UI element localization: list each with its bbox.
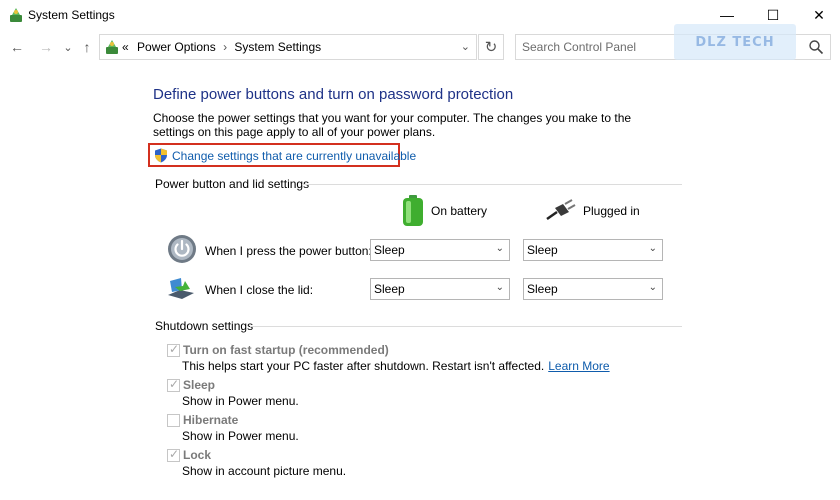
chevron-down-icon: ⌄ xyxy=(648,282,657,293)
hibernate-checkbox[interactable] xyxy=(167,414,180,427)
control-panel-icon xyxy=(106,40,118,54)
lid-label: When I close the lid: xyxy=(205,283,314,297)
breadcrumb-item-system-settings[interactable]: System Settings xyxy=(234,40,321,54)
lock-checkbox[interactable]: ✓ xyxy=(167,447,180,462)
column-label: On battery xyxy=(431,204,488,218)
breadcrumb-item-power-options[interactable]: Power Options xyxy=(132,40,216,54)
search-icon[interactable] xyxy=(808,39,824,55)
select-value: Sleep xyxy=(374,243,405,257)
power-button-label: When I press the power button: xyxy=(205,244,372,258)
forward-button[interactable]: → xyxy=(36,36,56,58)
hibernate-label: Hibernate xyxy=(183,413,239,427)
search-placeholder: Search Control Panel xyxy=(522,40,637,54)
watermark-text: DLZ TECH xyxy=(695,34,775,50)
fast-startup-checkbox[interactable]: ✓ xyxy=(167,342,180,357)
lock-label: Lock xyxy=(183,448,212,462)
chevron-down-icon[interactable]: ⌄ xyxy=(461,40,470,53)
lid-on-battery-select[interactable]: Sleep ⌄ xyxy=(370,278,510,300)
section-divider xyxy=(250,326,682,327)
fast-startup-label: Turn on fast startup (recommended) xyxy=(183,343,389,357)
select-value: Sleep xyxy=(527,282,558,296)
recent-locations-button[interactable]: ⌄ xyxy=(58,36,78,58)
section-title-shutdown: Shutdown settings xyxy=(155,319,254,333)
page-description: Choose the power settings that you want … xyxy=(153,111,632,139)
sleep-label: Sleep xyxy=(183,378,216,392)
sleep-description: Show in Power menu. xyxy=(182,394,299,408)
breadcrumb: « Power Options › System Settings xyxy=(122,40,321,54)
column-label: Plugged in xyxy=(583,204,640,218)
chevron-down-icon: ⌄ xyxy=(495,243,504,254)
power-button-plugged-in-select[interactable]: Sleep ⌄ xyxy=(523,239,663,261)
checkmark-icon: ✓ xyxy=(169,447,180,461)
breadcrumb-separator[interactable]: › xyxy=(219,40,231,54)
sleep-checkbox[interactable]: ✓ xyxy=(167,377,180,392)
select-value: Sleep xyxy=(527,243,558,257)
window-title: System Settings xyxy=(28,8,115,22)
address-bar[interactable]: « Power Options › System Settings ⌄ xyxy=(99,34,477,60)
up-button[interactable]: ↑ xyxy=(77,36,97,58)
lock-description: Show in account picture menu. xyxy=(182,464,347,478)
fast-startup-description: This helps start your PC faster after sh… xyxy=(182,359,610,373)
control-panel-icon xyxy=(10,8,22,22)
chevron-down-icon: ⌄ xyxy=(648,243,657,254)
power-button-icon xyxy=(168,235,196,263)
breadcrumb-overflow[interactable]: « xyxy=(122,40,129,54)
power-button-on-battery-select[interactable]: Sleep ⌄ xyxy=(370,239,510,261)
chevron-down-icon: ⌄ xyxy=(495,282,504,293)
back-button[interactable]: ← xyxy=(7,36,27,58)
page-title: Define power buttons and turn on passwor… xyxy=(153,86,514,103)
section-title-power: Power button and lid settings xyxy=(155,177,310,191)
highlight-box: Change settings that are currently unava… xyxy=(148,143,416,167)
refresh-button[interactable]: ↻ xyxy=(478,34,504,60)
watermark-logo: DLZ TECH xyxy=(674,24,796,60)
lid-plugged-in-select[interactable]: Sleep ⌄ xyxy=(523,278,663,300)
column-plugged-in: Plugged in xyxy=(545,199,640,223)
hibernate-description: Show in Power menu. xyxy=(182,429,299,443)
change-settings-link[interactable]: Change settings that are currently unava… xyxy=(172,149,416,163)
select-value: Sleep xyxy=(374,282,405,296)
admin-shield-icon xyxy=(155,148,167,163)
laptop-lid-icon xyxy=(168,278,194,299)
section-divider xyxy=(302,184,682,185)
checkmark-icon: ✓ xyxy=(169,377,180,391)
battery-icon xyxy=(403,195,423,226)
learn-more-link[interactable]: Learn More xyxy=(548,359,609,373)
checkmark-icon: ✓ xyxy=(169,342,180,356)
fast-startup-description-text: This helps start your PC faster after sh… xyxy=(182,359,545,373)
column-on-battery: On battery xyxy=(401,195,487,227)
power-plug-icon xyxy=(546,199,576,221)
close-button[interactable]: ✕ xyxy=(796,0,840,30)
